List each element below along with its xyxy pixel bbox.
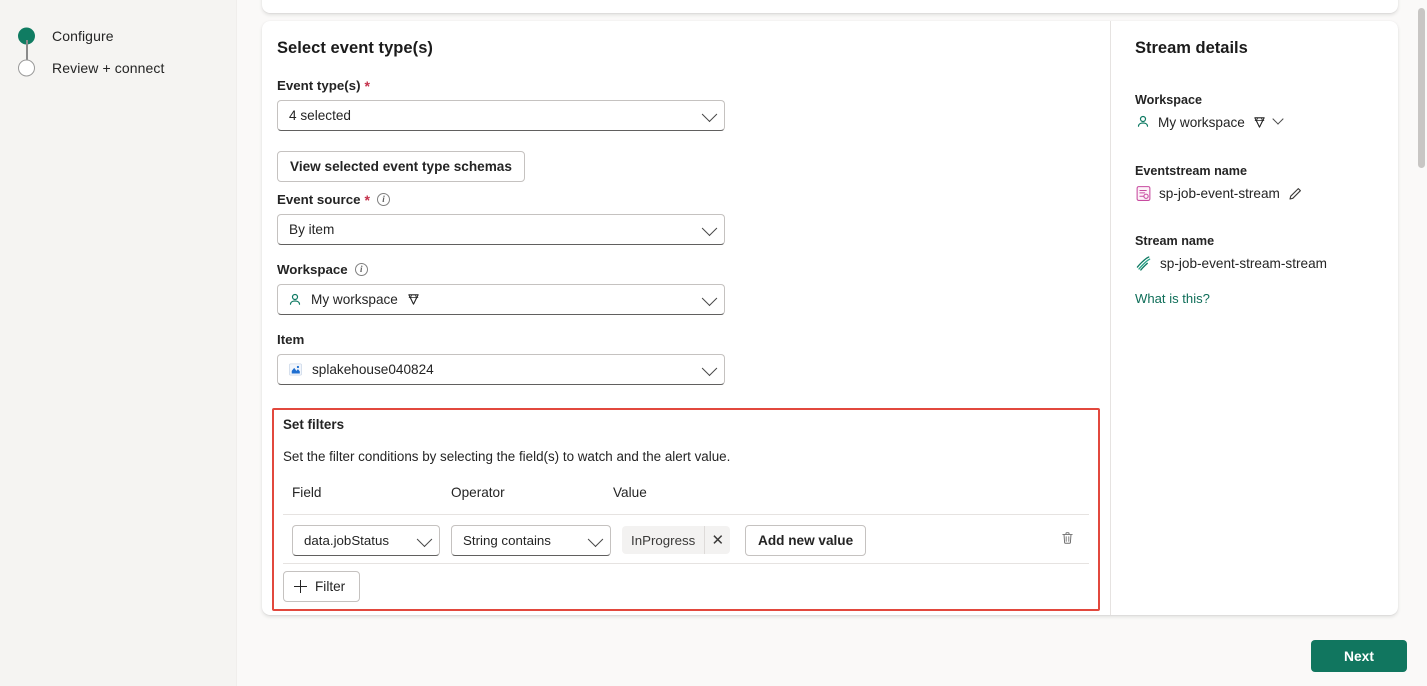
- add-filter-button[interactable]: Filter: [283, 571, 361, 602]
- plus-icon: [294, 580, 307, 593]
- chevron-down-icon: [701, 360, 718, 376]
- add-new-value-label: Add new value: [758, 533, 854, 548]
- column-header-operator: Operator: [451, 485, 505, 500]
- pencil-edit-icon[interactable]: [1287, 186, 1303, 202]
- required-asterisk: *: [364, 77, 370, 94]
- scrollbar-thumb[interactable]: [1418, 8, 1425, 168]
- configure-card: Select event type(s) Event type(s) * 4 s…: [262, 21, 1398, 615]
- details-workspace-value-row[interactable]: My workspace: [1135, 113, 1284, 130]
- close-icon[interactable]: ✕: [704, 526, 730, 554]
- workspace-dropdown[interactable]: My workspace: [277, 284, 725, 315]
- event-source-label-text: Event source: [277, 192, 361, 207]
- info-icon[interactable]: i: [376, 193, 390, 206]
- column-header-value: Value: [613, 485, 647, 500]
- step-label-review-connect: Review + connect: [52, 60, 165, 76]
- event-types-label: Event type(s) *: [277, 78, 370, 93]
- event-source-value: By item: [289, 222, 335, 237]
- event-source-dropdown[interactable]: By item: [277, 214, 725, 245]
- details-stream-label: Stream name: [1135, 234, 1215, 248]
- view-schemas-label: View selected event type schemas: [290, 159, 512, 174]
- event-types-dropdown[interactable]: 4 selected: [277, 100, 725, 131]
- trash-icon: [1060, 530, 1075, 551]
- chevron-down-icon: [587, 531, 604, 547]
- set-filters-description: Set the filter conditions by selecting t…: [283, 449, 731, 464]
- filters-table-header: Field Operator Value: [283, 485, 1089, 515]
- chevron-down-icon: [701, 290, 718, 306]
- what-is-this-link[interactable]: What is this?: [1135, 291, 1210, 306]
- add-new-value-button[interactable]: Add new value: [745, 525, 867, 556]
- chevron-down-icon[interactable]: [1272, 113, 1284, 125]
- filter-operator-dropdown[interactable]: String contains: [451, 525, 611, 556]
- person-icon: [287, 292, 303, 308]
- chevron-down-icon: [701, 220, 718, 236]
- next-button[interactable]: Next: [1311, 640, 1407, 672]
- details-eventstream-value-row: sp-job-event-stream: [1135, 185, 1303, 202]
- set-filters-highlight: Set filters Set the filter conditions by…: [272, 408, 1100, 611]
- details-workspace-label: Workspace: [1135, 93, 1202, 107]
- add-filter-label: Filter: [315, 579, 346, 594]
- required-asterisk: *: [364, 191, 370, 208]
- stream-details-panel: Stream details Workspace My workspace Ev…: [1111, 21, 1398, 615]
- page-title: Select event type(s): [277, 39, 433, 57]
- item-value: splakehouse040824: [312, 362, 434, 377]
- details-stream-value-row: sp-job-event-stream-stream: [1135, 254, 1327, 272]
- item-dropdown[interactable]: splakehouse040824: [277, 354, 725, 385]
- stream-details-title: Stream details: [1135, 39, 1248, 57]
- event-source-label: Event source * i: [277, 192, 390, 207]
- wizard-rail: Configure Review + connect: [0, 0, 237, 686]
- column-header-field: Field: [292, 485, 322, 500]
- wizard-steps: Configure Review + connect: [18, 20, 228, 84]
- step-pending-icon: [18, 59, 35, 77]
- person-icon: [1135, 114, 1151, 130]
- workspace-value: My workspace: [311, 292, 398, 307]
- page-scrollbar[interactable]: [1416, 0, 1427, 686]
- info-icon[interactable]: i: [354, 263, 368, 276]
- sidebar-item-review-connect[interactable]: Review + connect: [18, 52, 228, 84]
- details-workspace-value: My workspace: [1158, 114, 1245, 130]
- chevron-down-icon: [701, 106, 718, 122]
- workspace-label: Workspace i: [277, 262, 368, 277]
- lakehouse-icon: [288, 362, 303, 377]
- workspace-label-text: Workspace: [277, 262, 348, 277]
- table-row: data.jobStatus String contains InProgres…: [283, 517, 1089, 564]
- filter-operator-value: String contains: [463, 533, 551, 548]
- details-eventstream-label: Eventstream name: [1135, 164, 1247, 178]
- diamond-icon: [406, 292, 421, 307]
- event-types-value: 4 selected: [289, 108, 351, 123]
- filter-value-text: InProgress: [631, 532, 696, 548]
- step-label-configure: Configure: [52, 28, 114, 44]
- stream-icon: [1135, 254, 1153, 272]
- eventstream-icon: [1135, 185, 1152, 202]
- event-types-label-text: Event type(s): [277, 78, 361, 93]
- card-above-partial: [262, 0, 1398, 13]
- page-root: Configure Review + connect Select event …: [0, 0, 1427, 686]
- next-button-label: Next: [1344, 648, 1374, 664]
- filter-value-tag: InProgress ✕: [622, 526, 731, 554]
- item-label-text: Item: [277, 332, 305, 347]
- filter-field-dropdown[interactable]: data.jobStatus: [292, 525, 440, 556]
- chevron-down-icon: [416, 531, 433, 547]
- sidebar-item-configure[interactable]: Configure: [18, 20, 228, 63]
- view-selected-event-type-schemas-button[interactable]: View selected event type schemas: [277, 151, 525, 182]
- set-filters-title: Set filters: [283, 417, 345, 432]
- details-eventstream-value: sp-job-event-stream: [1159, 186, 1280, 201]
- event-type-form: Select event type(s) Event type(s) * 4 s…: [262, 21, 1110, 615]
- filter-field-value: data.jobStatus: [304, 533, 390, 548]
- item-label: Item: [277, 332, 304, 347]
- diamond-icon: [1252, 115, 1267, 130]
- details-stream-value: sp-job-event-stream-stream: [1160, 255, 1327, 271]
- delete-filter-button[interactable]: [1053, 526, 1081, 554]
